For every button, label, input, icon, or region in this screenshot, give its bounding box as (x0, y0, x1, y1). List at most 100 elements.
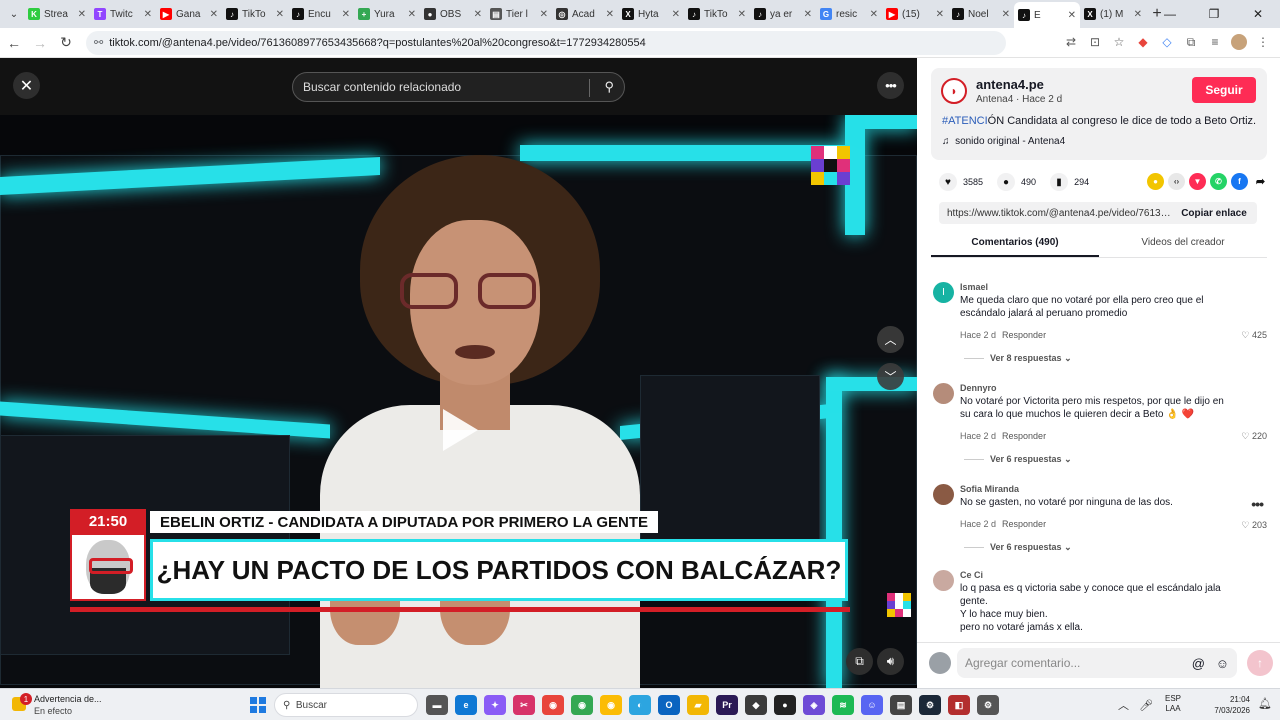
steam-icon[interactable]: ⚙ (919, 695, 941, 715)
account-avatar[interactable]: ◗ (941, 78, 967, 104)
explorer-icon[interactable]: ▰ (687, 695, 709, 715)
commenter-name[interactable]: Sofia Miranda (960, 484, 1019, 494)
settings-icon[interactable]: ⚙ (977, 695, 999, 715)
forward-button[interactable]: → (28, 31, 52, 55)
video-frame[interactable]: 21:50 EBELIN ORTIZ - CANDIDATA A DIPUTAD… (0, 115, 917, 688)
browser-tab[interactable]: ♪ Encu ✕ (288, 3, 354, 25)
like-button[interactable]: ♥ 3585 (939, 173, 983, 191)
tab-comments[interactable]: Comentarios (490) (931, 230, 1099, 257)
close-icon[interactable]: ✕ (144, 9, 152, 20)
close-icon[interactable]: ✕ (342, 9, 350, 20)
browser-tab[interactable]: ● OBS ✕ (420, 3, 486, 25)
browser-tab[interactable]: ▶ Gana ✕ (156, 3, 222, 25)
discord-icon[interactable]: ☺ (861, 695, 883, 715)
close-icon[interactable]: ✕ (672, 9, 680, 20)
browser-tab[interactable]: K Strea ✕ (24, 3, 90, 25)
commenter-avatar[interactable] (933, 484, 954, 505)
volume-icon[interactable]: 🔊︎ (877, 648, 904, 675)
close-icon[interactable]: ✕ (936, 9, 944, 20)
comment-more-icon[interactable]: ••• (1251, 496, 1264, 512)
chevron-up-icon[interactable]: ︿ (1118, 697, 1129, 713)
commenter-avatar[interactable] (933, 383, 954, 404)
related-search-input[interactable]: Buscar contenido relacionado ⚲ (292, 72, 625, 102)
video-player[interactable]: 21:50 EBELIN ORTIZ - CANDIDATA A DIPUTAD… (0, 58, 917, 688)
reply-button[interactable]: Responder (1002, 431, 1046, 441)
video-link[interactable]: https://www.tiktok.com/@antena4.pe/video… (939, 208, 1171, 219)
extension-icon[interactable]: ◇ (1158, 31, 1176, 53)
commenter-name[interactable]: Ismael (960, 282, 988, 292)
reload-button[interactable]: ↻ (54, 31, 78, 55)
premiere-icon[interactable]: Pr (716, 695, 738, 715)
close-icon[interactable]: ✕ (738, 9, 746, 20)
close-icon[interactable]: ✕ (13, 72, 40, 99)
app-icon[interactable]: ◆ (745, 695, 767, 715)
search-icon[interactable]: ⚲ (604, 79, 614, 95)
reading-list-icon[interactable]: ≡ (1206, 31, 1224, 53)
warning-notification[interactable]: 1 Advertencia de... En efecto (12, 693, 108, 717)
edge-icon[interactable]: e (455, 695, 477, 715)
chrome-icon[interactable]: ◉ (600, 695, 622, 715)
app-icon[interactable]: ◈ (803, 695, 825, 715)
bookmark-star-icon[interactable]: ☆ (1110, 31, 1128, 53)
start-button[interactable] (250, 697, 266, 713)
close-icon[interactable]: ✕ (1002, 9, 1010, 20)
minimize-button[interactable]: — (1148, 0, 1192, 28)
emoji-icon[interactable]: ☺ (1216, 656, 1229, 671)
hashtag-link[interactable]: #ATENCI (942, 115, 988, 127)
tab-search-button[interactable]: ⌄ (4, 4, 24, 24)
comment-like-button[interactable]: ♡ 220 (1241, 431, 1267, 442)
maximize-button[interactable]: ❐ (1192, 0, 1236, 28)
comment-button[interactable]: ● 490 (997, 173, 1036, 191)
comment-input[interactable]: Agregar comentario... @ ☺ (957, 648, 1237, 678)
browser-tab[interactable]: + Yura ✕ (354, 3, 420, 25)
close-icon[interactable]: ✕ (540, 9, 548, 20)
commenter-avatar[interactable] (933, 570, 954, 591)
follow-button[interactable]: Seguir (1192, 77, 1256, 103)
mention-icon[interactable]: @ (1192, 656, 1205, 671)
save-button[interactable]: ▮ 294 (1050, 173, 1089, 191)
view-replies-button[interactable]: Ver 8 respuestas ⌄ (964, 353, 1072, 364)
play-icon[interactable] (443, 409, 478, 451)
spotify-icon[interactable]: ≋ (832, 695, 854, 715)
microphone-icon[interactable]: 🎤︎ (1139, 699, 1153, 712)
close-window-button[interactable]: ✕ (1236, 0, 1280, 28)
close-icon[interactable]: ✕ (804, 9, 812, 20)
clock[interactable]: 21:04 7/03/2026 (1200, 694, 1250, 716)
account-name[interactable]: antena4.pe (976, 77, 1044, 92)
send-comment-button[interactable]: ↑ (1247, 650, 1273, 676)
folder-icon[interactable]: ▬ (426, 695, 448, 715)
send-icon[interactable]: ▼ (1189, 173, 1206, 190)
close-icon[interactable]: ✕ (1134, 9, 1142, 20)
chevron-down-icon[interactable]: ﹀ (877, 363, 904, 390)
reply-button[interactable]: Responder (1002, 519, 1046, 529)
language-indicator[interactable]: ESP LAA (1165, 694, 1181, 714)
back-button[interactable]: ← (2, 31, 26, 55)
browser-tab[interactable]: ▶ (15) ✕ (882, 3, 948, 25)
browser-tab[interactable]: ♪ TikTo ✕ (222, 3, 288, 25)
browser-tab[interactable]: ♪ TikTo ✕ (684, 3, 750, 25)
close-icon[interactable]: ✕ (78, 9, 86, 20)
app-icon[interactable]: ◐ (629, 695, 651, 715)
copy-link-button[interactable]: Copiar enlace (1171, 208, 1257, 219)
close-icon[interactable]: ✕ (210, 9, 218, 20)
chrome-icon[interactable]: ◉ (542, 695, 564, 715)
browser-menu-icon[interactable]: ⋮ (1254, 31, 1272, 53)
close-icon[interactable]: ✕ (474, 9, 482, 20)
view-replies-button[interactable]: Ver 6 respuestas ⌄ (964, 542, 1072, 553)
close-icon[interactable]: ✕ (870, 9, 878, 20)
coin-icon[interactable]: ● (1147, 173, 1164, 190)
comment-like-button[interactable]: ♡ 203 (1241, 520, 1267, 531)
picture-in-picture-icon[interactable]: ⧉ (846, 648, 873, 675)
taskbar-search[interactable]: ⚲ Buscar (274, 693, 418, 717)
browser-tab[interactable]: ▤ Tier l ✕ (486, 3, 552, 25)
browser-tab[interactable]: X (1) M ✕ (1080, 3, 1146, 25)
snip-icon[interactable]: ✂ (513, 695, 535, 715)
close-icon[interactable]: ✕ (606, 9, 614, 20)
browser-tab[interactable]: ♪ Noel ✕ (948, 3, 1014, 25)
whatsapp-icon[interactable]: ✆ (1210, 173, 1227, 190)
close-icon[interactable]: ✕ (1068, 10, 1076, 21)
sound-link[interactable]: ♫ sonido original - Antena4 (942, 136, 1065, 147)
comment-like-button[interactable]: ♡ 425 (1241, 330, 1267, 341)
browser-tab[interactable]: ♪ E ✕ (1014, 2, 1080, 28)
close-icon[interactable]: ✕ (276, 9, 284, 20)
